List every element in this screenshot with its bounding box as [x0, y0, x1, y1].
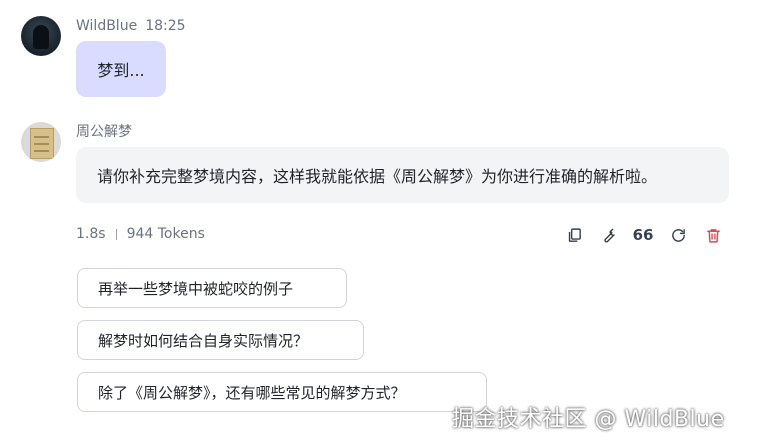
copy-icon: [568, 227, 581, 242]
token-count: 944 Tokens: [126, 226, 205, 242]
suggestion-text: 解梦时如何结合自身实际情况？: [98, 331, 309, 350]
bot-name: 周公解梦: [76, 124, 132, 140]
user-avatar: [21, 16, 61, 56]
latency-text: 1.8s: [76, 226, 106, 242]
tools-button[interactable]: [597, 224, 619, 246]
user-message-bubble: 梦到...: [76, 41, 166, 97]
user-header: WildBlue 18:25: [76, 17, 186, 35]
message-time: 18:25: [145, 18, 186, 34]
message-meta: 1.8s 944 Tokens: [76, 225, 205, 243]
bot-message-text: 请你补充完整梦境内容，这样我就能依据《周公解梦》为你进行准确的解析啦。: [97, 167, 658, 186]
bot-avatar: [21, 122, 61, 162]
regenerate-button[interactable]: [667, 224, 689, 246]
wrench-icon: [603, 228, 615, 243]
copy-button[interactable]: [563, 224, 585, 246]
refresh-icon: [671, 228, 685, 242]
watermark: 掘金技术社区 @ WildBlue: [452, 407, 725, 432]
meta-divider: [115, 228, 117, 240]
suggestion-text: 再举一些梦境中被蛇咬的例子: [98, 279, 294, 298]
user-name: WildBlue: [76, 18, 138, 34]
delete-button[interactable]: [702, 224, 724, 246]
suggestion-chip-3[interactable]: 除了《周公解梦》，还有哪些常见的解梦方式？: [77, 372, 487, 412]
quote-button[interactable]: 66: [632, 224, 654, 246]
suggestion-chip-2[interactable]: 解梦时如何结合自身实际情况？: [77, 320, 364, 360]
suggestion-chip-1[interactable]: 再举一些梦境中被蛇咬的例子: [77, 268, 347, 308]
suggestion-text: 除了《周公解梦》，还有哪些常见的解梦方式？: [98, 383, 406, 402]
user-message-text: 梦到...: [97, 61, 145, 80]
bot-message-bubble: 请你补充完整梦境内容，这样我就能依据《周公解梦》为你进行准确的解析啦。: [76, 147, 729, 203]
quote-icon: 66: [632, 226, 654, 244]
delete-icon: [706, 228, 720, 243]
